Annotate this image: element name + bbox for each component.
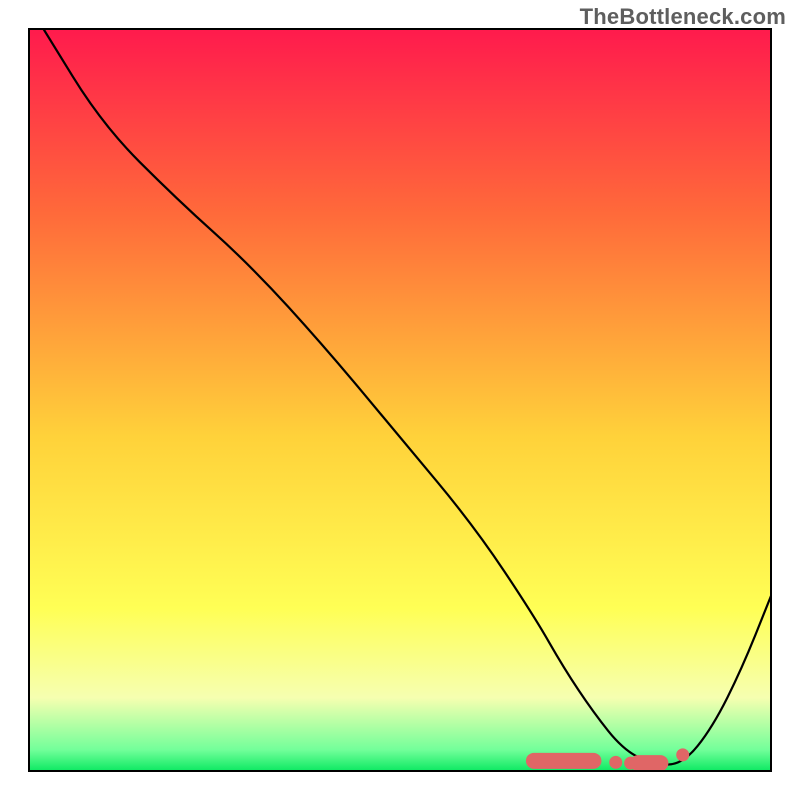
watermark-text: TheBottleneck.com (580, 4, 786, 30)
chart-stage: TheBottleneck.com (0, 0, 800, 800)
plot-border (28, 28, 772, 772)
